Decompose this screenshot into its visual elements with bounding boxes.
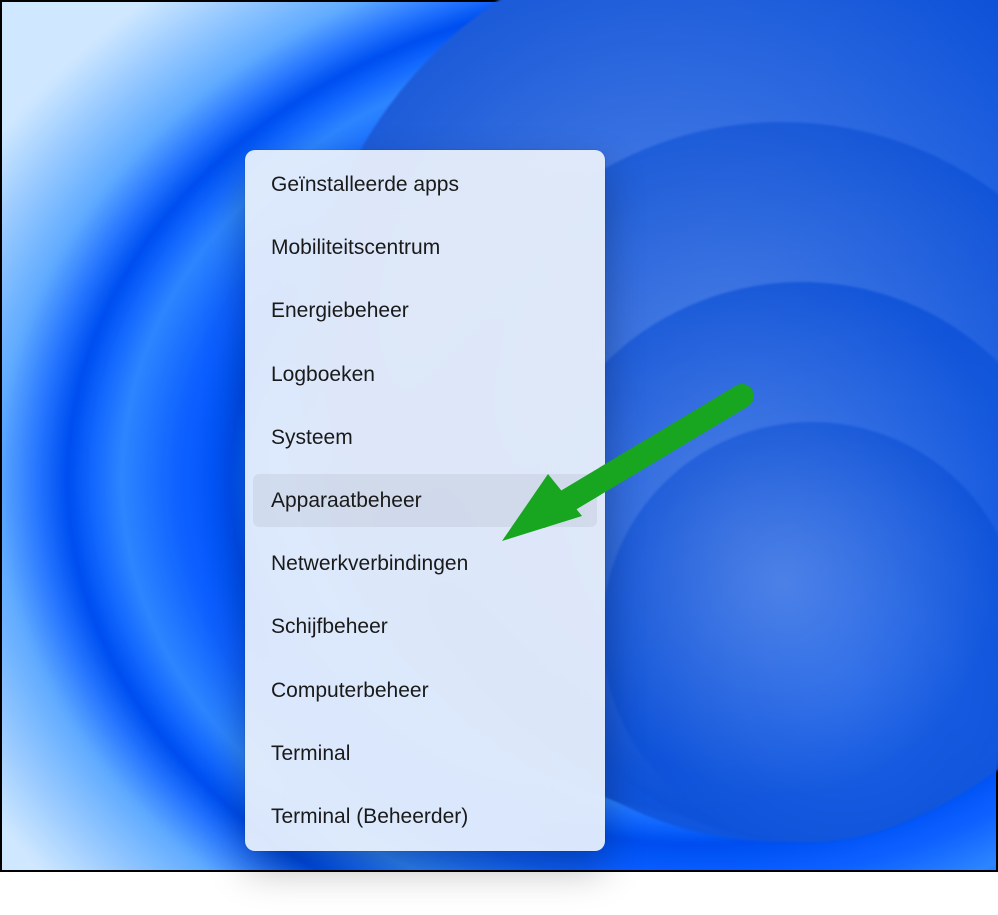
menu-item-terminal[interactable]: Terminal — [253, 727, 597, 780]
menu-item-power-options[interactable]: Energiebeheer — [253, 284, 597, 337]
menu-item-label: Netwerkverbindingen — [271, 552, 468, 575]
menu-item-label: Computerbeheer — [271, 679, 429, 702]
menu-item-device-manager[interactable]: Apparaatbeheer — [253, 474, 597, 527]
menu-item-label: Geïnstalleerde apps — [271, 173, 459, 196]
winx-context-menu[interactable]: Geïnstalleerde apps Mobiliteitscentrum E… — [245, 150, 605, 851]
menu-item-terminal-admin[interactable]: Terminal (Beheerder) — [253, 790, 597, 843]
menu-item-label: Terminal (Beheerder) — [271, 805, 468, 828]
menu-item-label: Logboeken — [271, 363, 375, 386]
menu-item-label: Apparaatbeheer — [271, 489, 422, 512]
menu-item-label: Systeem — [271, 426, 353, 449]
menu-item-label: Terminal — [271, 742, 350, 765]
menu-item-mobility-center[interactable]: Mobiliteitscentrum — [253, 221, 597, 274]
menu-item-network-connections[interactable]: Netwerkverbindingen — [253, 537, 597, 590]
menu-item-event-viewer[interactable]: Logboeken — [253, 348, 597, 401]
menu-item-disk-management[interactable]: Schijfbeheer — [253, 600, 597, 653]
menu-item-label: Mobiliteitscentrum — [271, 236, 440, 259]
menu-item-installed-apps[interactable]: Geïnstalleerde apps — [253, 158, 597, 211]
menu-item-label: Energiebeheer — [271, 299, 409, 322]
menu-item-label: Schijfbeheer — [271, 615, 388, 638]
menu-item-system[interactable]: Systeem — [253, 411, 597, 464]
menu-item-computer-management[interactable]: Computerbeheer — [253, 664, 597, 717]
